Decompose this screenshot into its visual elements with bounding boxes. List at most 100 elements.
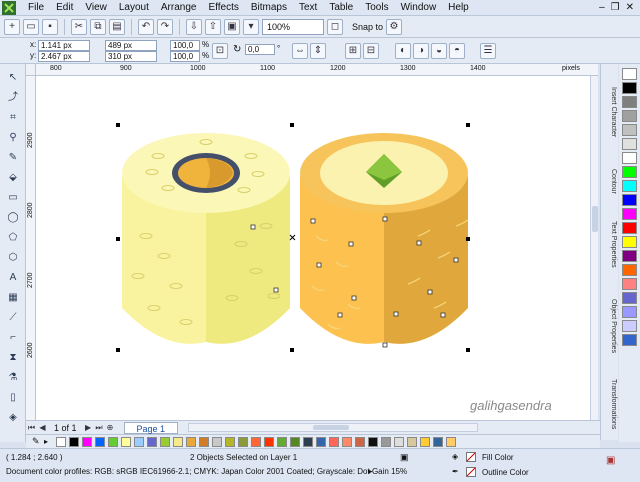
pick-tool-icon[interactable]: ↖ [5, 70, 21, 85]
document-color-swatch[interactable] [82, 437, 92, 447]
palette-swatch[interactable] [622, 320, 637, 332]
horizontal-ruler[interactable]: 800 900 1000 1100 1200 1300 1400 pixels [36, 64, 598, 76]
document-color-swatch[interactable] [134, 437, 144, 447]
eyedropper-tool-icon[interactable]: ⚗ [5, 370, 21, 385]
vertical-ruler[interactable]: 2900 2800 2700 2600 [26, 76, 36, 420]
palette-swatch[interactable] [622, 250, 637, 262]
scale-y-field[interactable]: 100,0 [170, 51, 200, 62]
document-color-swatch[interactable] [433, 437, 443, 447]
menu-view[interactable]: View [79, 0, 113, 16]
docker-tab-insert-character[interactable]: Insert Character [603, 72, 617, 152]
align-distribute-icon[interactable]: ☰ [480, 43, 496, 59]
height-field[interactable]: 310 px [105, 51, 157, 62]
docker-tab-object-properties[interactable]: Object Properties [603, 288, 617, 364]
minimize-icon[interactable]: – [599, 2, 605, 13]
menu-help[interactable]: Help [442, 0, 475, 16]
table-tool-icon[interactable]: ▦ [5, 290, 21, 305]
new-document-icon[interactable]: + [4, 18, 20, 35]
menu-table[interactable]: Table [323, 0, 359, 16]
document-color-swatch[interactable] [108, 437, 118, 447]
document-color-swatch[interactable] [407, 437, 417, 447]
document-color-swatch[interactable] [199, 437, 209, 447]
trim-icon[interactable]: ◑ [413, 43, 429, 59]
palette-swatch[interactable] [622, 96, 637, 108]
text-tool-icon[interactable]: A [5, 270, 21, 285]
document-color-swatch[interactable] [355, 437, 365, 447]
copy-icon[interactable]: ⧉ [90, 18, 106, 35]
document-color-swatch[interactable] [160, 437, 170, 447]
restore-icon[interactable]: ❐ [611, 2, 620, 13]
document-color-swatch[interactable] [290, 437, 300, 447]
rectangle-tool-icon[interactable]: ▭ [5, 190, 21, 205]
page-tab-1[interactable]: Page 1 [123, 421, 179, 434]
scrollbar-thumb[interactable] [592, 206, 598, 232]
ungroup-icon[interactable]: ⊟ [363, 43, 379, 59]
outline-tool-icon[interactable]: ▯ [5, 390, 21, 405]
palette-swatch[interactable] [622, 194, 637, 206]
palette-swatch[interactable] [622, 138, 637, 150]
scale-x-field[interactable]: 100,0 [170, 40, 200, 51]
open-icon[interactable]: ▭ [23, 18, 39, 35]
horizontal-scrollbar[interactable] [188, 423, 479, 432]
document-color-swatch[interactable] [394, 437, 404, 447]
palette-swatch[interactable] [622, 278, 637, 290]
document-color-swatch[interactable] [368, 437, 378, 447]
polygon-tool-icon[interactable]: ⬠ [5, 230, 21, 245]
application-launcher-icon[interactable]: ▾ [243, 18, 259, 35]
document-color-swatch[interactable] [420, 437, 430, 447]
width-field[interactable]: 489 px [105, 40, 157, 51]
document-color-swatch[interactable] [225, 437, 235, 447]
palette-swatch[interactable] [622, 306, 637, 318]
connector-tool-icon[interactable]: ⌐ [5, 330, 21, 345]
freehand-tool-icon[interactable]: ✎ [5, 150, 21, 165]
basic-shapes-icon[interactable]: ⬡ [5, 250, 21, 265]
snap-to-dropdown[interactable]: Snap to [352, 22, 383, 32]
palette-arrow-icon[interactable]: ▸ [44, 437, 48, 446]
ellipse-tool-icon[interactable]: ◯ [5, 210, 21, 225]
document-color-swatch[interactable] [121, 437, 131, 447]
undo-icon[interactable]: ↶ [138, 18, 154, 35]
first-page-icon[interactable]: ⏮ [26, 423, 37, 433]
scrollbar-thumb[interactable] [313, 425, 350, 430]
intersect-icon[interactable]: ◒ [431, 43, 447, 59]
document-color-swatch[interactable] [329, 437, 339, 447]
document-color-swatch[interactable] [95, 437, 105, 447]
paste-icon[interactable]: ▤ [109, 18, 125, 35]
y-position-field[interactable]: 2.467 px [38, 51, 90, 62]
crop-tool-icon[interactable]: ⌗ [5, 110, 21, 125]
fill-tool-icon[interactable]: ◈ [5, 410, 21, 425]
document-color-swatch[interactable] [212, 437, 222, 447]
palette-swatch[interactable] [622, 110, 637, 122]
document-color-swatch[interactable] [56, 437, 66, 447]
lock-ratio-icon[interactable]: ⊡ [212, 43, 228, 59]
eyedropper-icon[interactable]: ✎ [32, 436, 40, 447]
weld-icon[interactable]: ◐ [395, 43, 411, 59]
ruler-origin[interactable] [26, 64, 36, 76]
menu-layout[interactable]: Layout [113, 0, 155, 16]
docker-tab-contour[interactable]: Contour [603, 160, 617, 202]
menu-edit[interactable]: Edit [50, 0, 79, 16]
cut-icon[interactable]: ✂ [71, 18, 87, 35]
group-icon[interactable]: ⊞ [345, 43, 361, 59]
dimension-tool-icon[interactable]: ⟋ [5, 310, 21, 325]
add-page-icon[interactable]: ⊕ [105, 423, 116, 432]
palette-swatch[interactable] [622, 166, 637, 178]
full-screen-icon[interactable]: ◻ [327, 18, 343, 35]
palette-swatch[interactable] [622, 334, 637, 346]
document-color-swatch[interactable] [186, 437, 196, 447]
menu-file[interactable]: File [22, 0, 50, 16]
zoom-tool-icon[interactable]: ⚲ [5, 130, 21, 145]
no-fill-swatch[interactable] [466, 452, 476, 462]
document-color-swatch[interactable] [69, 437, 79, 447]
last-page-icon[interactable]: ⏭ [94, 423, 105, 433]
expand-icon[interactable]: ▸ [368, 466, 373, 477]
palette-swatch[interactable] [622, 152, 637, 164]
yellow-cylinder[interactable] [122, 133, 290, 344]
orange-cylinder[interactable] [300, 133, 469, 344]
menu-tools[interactable]: Tools [359, 0, 394, 16]
drawing-canvas[interactable]: galihgasendra [36, 76, 590, 420]
mirror-horizontal-icon[interactable]: ⇔ [292, 43, 308, 59]
document-color-swatch[interactable] [446, 437, 456, 447]
document-color-swatch[interactable] [316, 437, 326, 447]
export-icon[interactable]: ⇧ [205, 18, 221, 35]
